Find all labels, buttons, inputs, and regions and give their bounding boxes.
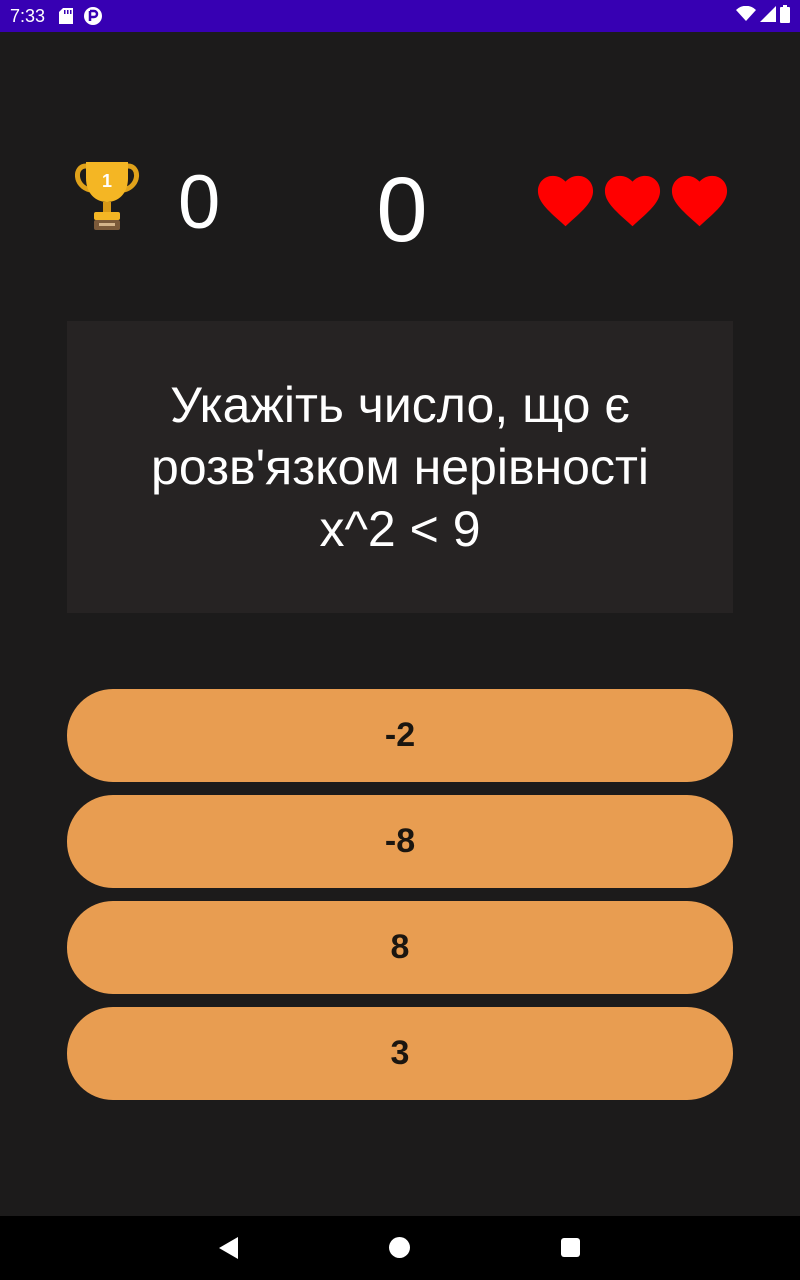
status-bar: 7:33 [0,0,800,32]
question-text: Укажіть число, що є розв'язком нерівност… [151,377,649,557]
game-header: 1 0 0 [0,150,800,261]
lives-indicator [534,170,731,230]
current-score: 0 [376,159,428,261]
answer-button-3[interactable]: 8 [67,901,733,994]
answer-button-2[interactable]: -8 [67,795,733,888]
answer-button-4[interactable]: 3 [67,1007,733,1100]
heart-icon [601,170,664,230]
question-card: Укажіть число, що є розв'язком нерівност… [67,321,733,613]
navigation-bar [0,1216,800,1280]
recent-apps-icon[interactable] [561,1238,580,1257]
trophy-rank: 1 [102,171,112,191]
app-notification-icon [83,6,103,26]
battery-icon [780,4,790,28]
wifi-icon [736,5,756,27]
heart-icon [534,170,597,230]
heart-icon [668,170,731,230]
answer-list: -2 -8 8 3 [67,689,733,1113]
signal-icon [760,5,776,27]
home-icon[interactable] [389,1237,410,1258]
answer-button-1[interactable]: -2 [67,689,733,782]
trophy-icon: 1 [72,156,142,236]
sd-card-icon [59,8,74,24]
back-icon[interactable] [218,1236,240,1265]
status-time: 7:33 [10,5,46,26]
best-score: 0 [178,160,221,245]
